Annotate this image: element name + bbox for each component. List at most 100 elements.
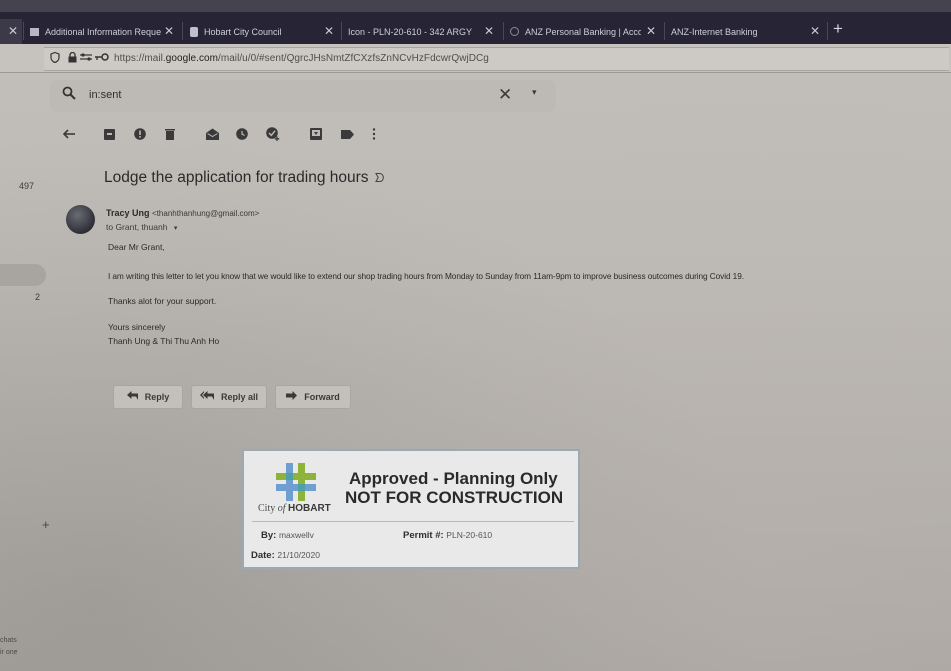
clear-search-icon[interactable]: ✕ bbox=[498, 85, 512, 105]
add-task-icon[interactable] bbox=[266, 127, 280, 141]
tab-label: Additional Information Reque bbox=[45, 26, 162, 37]
search-icon[interactable] bbox=[62, 86, 76, 105]
tab-partial[interactable]: ✕ bbox=[0, 19, 22, 44]
report-spam-icon[interactable] bbox=[133, 127, 147, 141]
url-domain: google.com bbox=[165, 53, 218, 64]
org-prefix: City bbox=[258, 503, 276, 514]
by-value: maxwellv bbox=[278, 530, 314, 540]
close-icon[interactable]: ✕ bbox=[484, 24, 494, 38]
email-signature: Thanh Ung & Thi Thu Anh Ho bbox=[108, 336, 220, 346]
stamp-title-line1: Approved - Planning Only bbox=[349, 469, 558, 488]
subject-text: Lodge the application for trading hours bbox=[104, 169, 369, 186]
url-text[interactable]: https://mail.google.com/mail/u/0/#sent/Q… bbox=[114, 53, 489, 64]
label-icon[interactable] bbox=[340, 127, 354, 141]
tab-separator bbox=[182, 22, 183, 40]
chat-footer-text: ir one bbox=[0, 649, 18, 656]
close-icon[interactable]: ✕ bbox=[8, 24, 18, 38]
reply-icon bbox=[126, 391, 138, 403]
forward-icon bbox=[286, 391, 298, 403]
hobart-favicon bbox=[190, 26, 198, 37]
tab-hobart-city-council[interactable]: Hobart City Council ✕ bbox=[190, 19, 340, 44]
email-paragraph: I am writing this letter to let you know… bbox=[108, 271, 744, 281]
inbox-unread-count: 497 bbox=[19, 181, 35, 191]
move-to-icon[interactable] bbox=[309, 127, 323, 141]
search-input[interactable]: in:sent bbox=[89, 89, 121, 101]
email-greeting: Dear Mr Grant, bbox=[108, 242, 165, 252]
recipients-line[interactable]: to Grant, thuanh ▾ bbox=[106, 222, 177, 232]
permissions-icon[interactable] bbox=[80, 52, 92, 65]
tab-label: ANZ Personal Banking | Accou bbox=[525, 26, 641, 37]
sidebar-item-sent-selected[interactable] bbox=[0, 264, 46, 286]
address-bar[interactable]: https://mail.google.com/mail/u/0/#sent/Q… bbox=[44, 47, 949, 71]
tab-anz-internet-banking[interactable]: ANZ-Internet Banking ✕ bbox=[671, 19, 826, 44]
city-of-hobart-logo-icon bbox=[276, 463, 316, 501]
org-name: HOBART bbox=[288, 503, 331, 514]
chat-footer-text: chats bbox=[0, 637, 17, 644]
tab-separator bbox=[827, 22, 828, 40]
forward-button[interactable]: Forward bbox=[275, 385, 351, 409]
reply-all-button[interactable]: Reply all bbox=[191, 385, 267, 409]
archive-icon[interactable] bbox=[102, 127, 116, 141]
tab-label: Hobart City Council bbox=[204, 26, 282, 37]
search-options-dropdown[interactable]: ▾ bbox=[532, 87, 537, 98]
snooze-icon[interactable] bbox=[235, 127, 249, 141]
message-toolbar bbox=[0, 124, 951, 148]
sender-email: <thanhthanhung@gmail.com> bbox=[152, 209, 260, 218]
mark-unread-icon[interactable] bbox=[205, 127, 219, 141]
sender-name[interactable]: Tracy Ung bbox=[106, 208, 150, 218]
stamp-divider bbox=[252, 521, 574, 522]
back-arrow-icon[interactable] bbox=[62, 127, 76, 141]
tab-icon-pln[interactable]: Icon - PLN-20-610 - 342 ARGYLE S ✕ bbox=[348, 19, 500, 44]
tab-separator bbox=[341, 22, 342, 40]
window-top-strip bbox=[0, 0, 951, 12]
mail-search-bar[interactable]: in:sent ✕ ▾ bbox=[50, 80, 556, 112]
stamp-title-line2: NOT FOR CONSTRUCTION bbox=[345, 488, 564, 507]
tab-separator bbox=[664, 22, 665, 40]
reply-all-label: Reply all bbox=[220, 392, 258, 402]
close-icon[interactable]: ✕ bbox=[810, 24, 820, 38]
browser-tab-bar: ✕ Additional Information Reque ✕ Hobart … bbox=[0, 0, 951, 44]
address-bar-row: https://mail.google.com/mail/u/0/#sent/Q… bbox=[0, 44, 951, 73]
tab-anz-personal-banking[interactable]: ANZ Personal Banking | Accou ✕ bbox=[510, 19, 662, 44]
city-of-hobart-wordmark: City of HOBART bbox=[258, 503, 331, 514]
close-icon[interactable]: ✕ bbox=[646, 24, 656, 38]
more-icon[interactable] bbox=[367, 127, 381, 141]
email-subject: Lodge the application for trading hours ᗤ bbox=[104, 169, 385, 187]
date-label: Date: bbox=[251, 550, 275, 561]
delete-icon[interactable] bbox=[163, 127, 177, 141]
reply-label: Reply bbox=[144, 392, 170, 402]
approval-stamp: City of HOBART Approved - Planning Only … bbox=[242, 449, 580, 569]
shield-icon[interactable] bbox=[50, 51, 60, 66]
stamp-date-field: Date: 21/10/2020 bbox=[251, 550, 320, 561]
reply-all-icon bbox=[199, 391, 214, 403]
email-closing: Yours sincerely bbox=[108, 322, 166, 332]
url-path: /mail/u/0/#sent/QgrcJHsNmtZfCXzfsZnNCvHz… bbox=[217, 53, 489, 64]
url-prefix: https://mail. bbox=[114, 53, 166, 64]
recipients-text: to Grant, thuanh bbox=[106, 222, 168, 232]
permit-label: Permit #: bbox=[403, 530, 444, 541]
sender-avatar[interactable] bbox=[66, 205, 95, 234]
stamp-permit-field: Permit #: PLN-20-610 bbox=[403, 530, 492, 541]
gmail-icon bbox=[30, 27, 39, 36]
by-label: By: bbox=[261, 530, 277, 541]
tab-label: Icon - PLN-20-610 - 342 ARGYLE S bbox=[348, 26, 472, 37]
tab-label: ANZ-Internet Banking bbox=[671, 26, 758, 37]
details-dropdown-icon[interactable]: ▾ bbox=[174, 225, 178, 232]
tab-separator bbox=[503, 22, 504, 40]
permit-value: PLN-20-610 bbox=[446, 530, 493, 540]
important-marker-icon[interactable]: ᗤ bbox=[375, 171, 385, 185]
date-value: 21/10/2020 bbox=[277, 550, 320, 560]
new-tab-button[interactable]: + bbox=[833, 19, 843, 39]
tab-additional-information[interactable]: Additional Information Reque ✕ bbox=[30, 19, 180, 44]
org-of: of bbox=[277, 503, 286, 514]
stamp-by-field: By: maxwellv bbox=[261, 530, 314, 541]
email-thanks: Thanks alot for your support. bbox=[108, 296, 217, 306]
reply-button[interactable]: Reply bbox=[113, 385, 183, 409]
close-icon[interactable]: ✕ bbox=[164, 24, 174, 38]
close-icon[interactable]: ✕ bbox=[324, 24, 334, 38]
add-label-button[interactable]: + bbox=[42, 517, 50, 532]
key-icon[interactable] bbox=[95, 52, 109, 65]
lock-icon[interactable] bbox=[68, 51, 77, 66]
sent-count: 2 bbox=[35, 292, 41, 302]
sender-line: Tracy Ung <thanhthanhung@gmail.com> bbox=[106, 208, 259, 218]
